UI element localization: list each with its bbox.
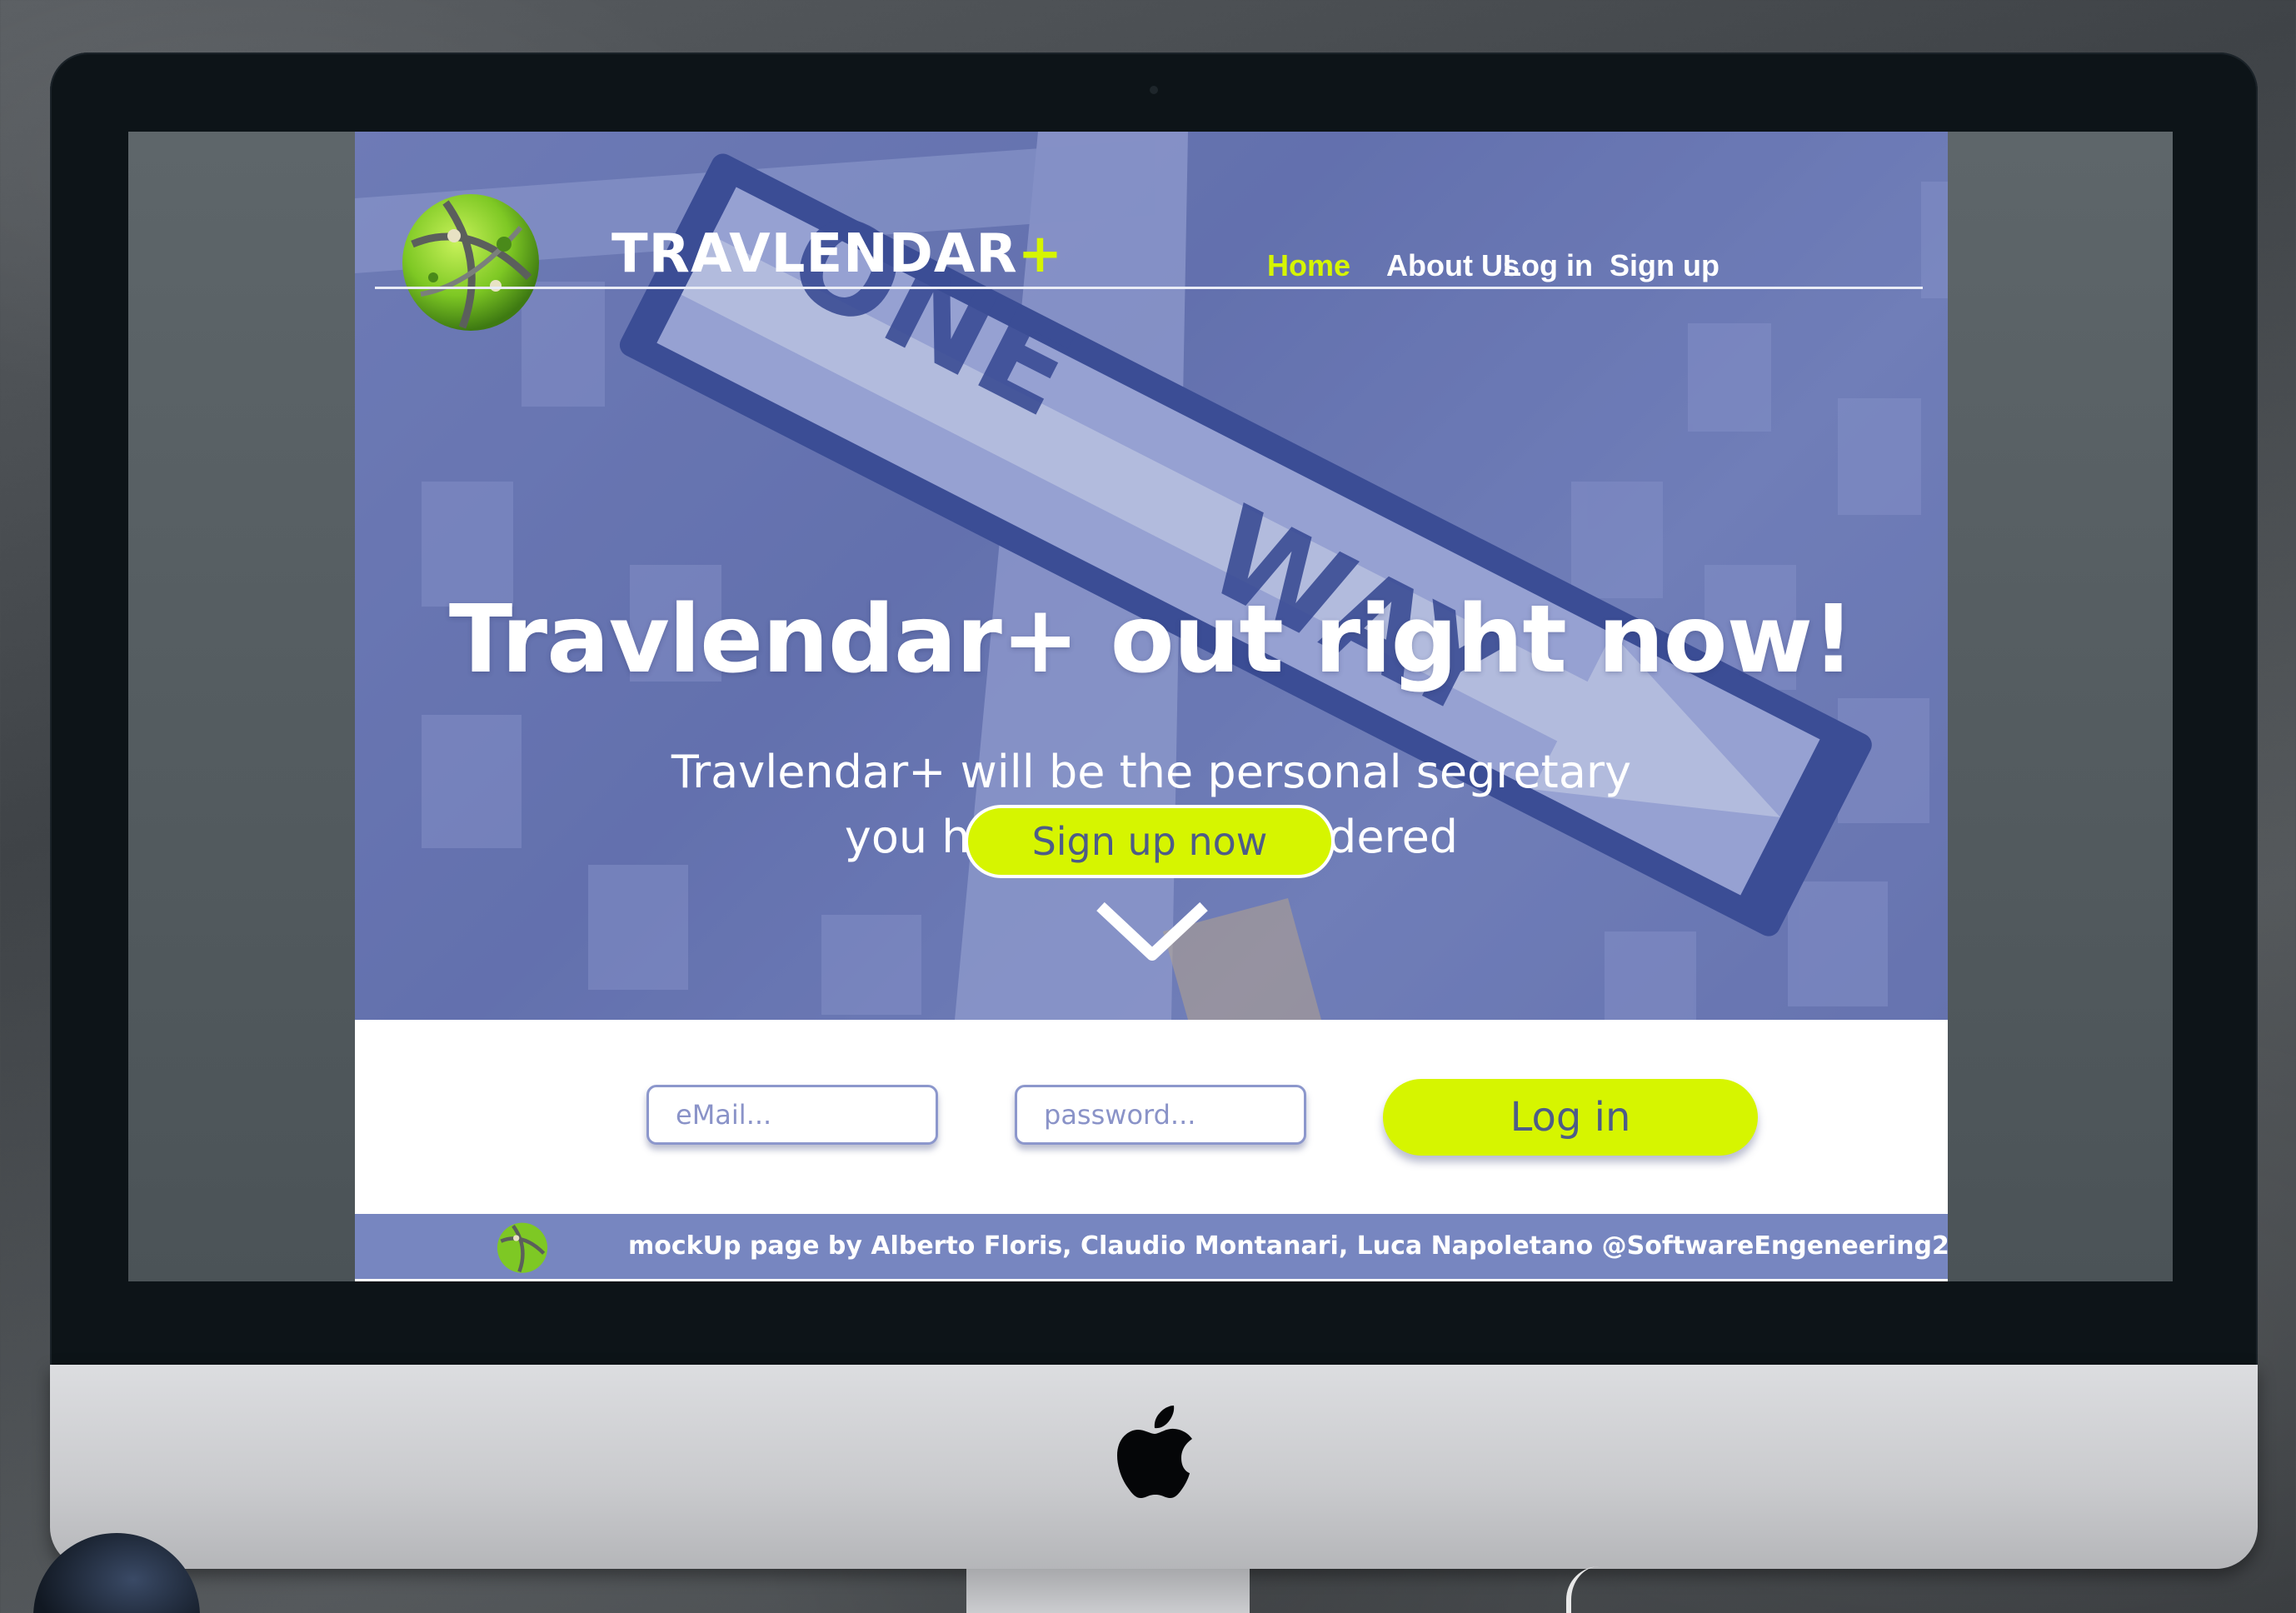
hero-subtitle-line1: Travlendar+ will be the personal segreta… [671,746,1632,798]
nav-divider [375,287,1923,289]
footer-globe-logo-icon [497,1222,548,1273]
globe-logo-icon[interactable] [396,186,546,336]
nav-sign-up-link[interactable]: Sign up [1610,248,1720,283]
nav-about-us-link[interactable]: About Us [1386,248,1520,283]
email-field[interactable] [646,1085,938,1145]
password-field[interactable] [1015,1085,1306,1145]
footer-credits: mockUp page by Alberto Floris, Claudio M… [628,1231,1948,1261]
camera-icon [1150,86,1158,94]
imac-monitor: ONE WAY TRAVLENDAR+ Home About Us Log in… [50,52,2258,1569]
log-in-button[interactable]: Log in [1383,1079,1758,1156]
chevron-down-icon[interactable] [1094,898,1210,965]
apple-logo-icon [1117,1406,1192,1498]
monitor-stand [966,1569,1250,1613]
webpage: ONE WAY TRAVLENDAR+ Home About Us Log in… [355,132,1948,1281]
screen-margin-right [1948,132,2173,1281]
hero-section: ONE WAY TRAVLENDAR+ Home About Us Log in… [355,132,1948,1020]
brand-name[interactable]: TRAVLENDAR+ [611,223,1063,285]
footer: mockUp page by Alberto Floris, Claudio M… [355,1214,1948,1279]
footer-bottom-line [355,1279,1948,1281]
sign-up-now-button[interactable]: Sign up now [965,805,1335,878]
top-navigation: TRAVLENDAR+ Home About Us Log in Sign up [375,182,1923,331]
nav-log-in-link[interactable]: Log in [1503,248,1593,283]
hero-title: Travlendar+ out right now! [448,586,1854,694]
monitor-screen: ONE WAY TRAVLENDAR+ Home About Us Log in… [128,132,2173,1281]
nav-home-link[interactable]: Home [1267,248,1350,283]
screen-margin-left [128,132,355,1281]
